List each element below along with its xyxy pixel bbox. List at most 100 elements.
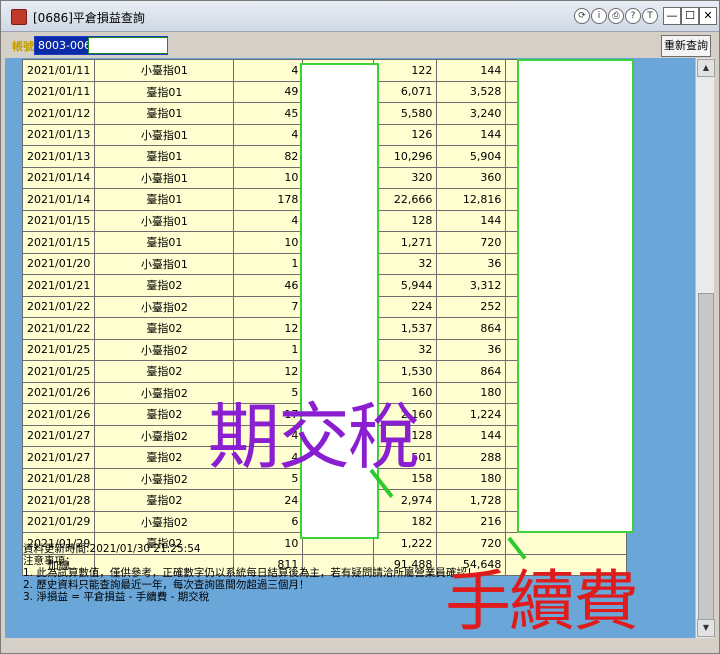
account-label: 帳號	[12, 40, 34, 53]
date-cell: 2021/01/22	[21, 317, 96, 340]
date-cell: 2021/01/14	[21, 166, 96, 189]
fee-cell: 720	[436, 231, 507, 254]
date-cell: 2021/01/15	[21, 209, 96, 232]
amount-cell: 1,537	[373, 317, 438, 340]
close-button[interactable]: ✕	[699, 7, 717, 25]
quantity-cell: 178	[233, 188, 304, 211]
maximize-button[interactable]: ☐	[681, 7, 699, 25]
amount-cell: 122	[373, 59, 438, 82]
product-cell: 小臺指01	[94, 123, 235, 146]
product-cell: 小臺指01	[94, 166, 235, 189]
fee-cell: 360	[436, 166, 507, 189]
fee-cell: 3,528	[436, 80, 507, 103]
scroll-up-icon[interactable]: ▲	[697, 59, 715, 77]
account-field[interactable]: 8003-0066	[34, 36, 168, 55]
product-cell: 臺指02	[94, 274, 235, 297]
vertical-scrollbar[interactable]: ▲ ▼	[695, 58, 715, 638]
amount-cell: 32	[373, 252, 438, 275]
amount-cell: 182	[373, 510, 438, 533]
product-cell: 小臺指02	[94, 338, 235, 361]
note-line-3: 3. 淨損益 = 平倉損益 - 手續費 - 期交稅	[23, 591, 210, 603]
fee-cell: 144	[436, 424, 507, 447]
notes-section: 資料更新時間:2021/01/30 21:25:54 注意事項： 1. 此為試算…	[23, 543, 477, 603]
fee-cell: 5,904	[436, 145, 507, 168]
quantity-cell: 10	[233, 231, 304, 254]
product-cell: 臺指01	[94, 102, 235, 125]
fee-cell: 36	[436, 338, 507, 361]
fee-cell: 1,224	[436, 403, 507, 426]
quantity-cell: 82	[233, 145, 304, 168]
refresh-query-button[interactable]: 重新查詢	[661, 35, 711, 57]
amount-cell: 320	[373, 166, 438, 189]
info-icon[interactable]: i	[591, 8, 607, 24]
date-cell: 2021/01/27	[21, 446, 96, 469]
redaction-box-net-column	[517, 59, 634, 533]
notes-heading: 注意事項：	[23, 555, 76, 567]
minimize-button[interactable]: —	[663, 7, 681, 25]
fee-cell: 864	[436, 317, 507, 340]
print-icon[interactable]: ⎙	[608, 8, 624, 24]
quantity-cell: 1	[233, 338, 304, 361]
fee-cell: 1,728	[436, 489, 507, 512]
fee-cell: 288	[436, 446, 507, 469]
quantity-cell: 12	[233, 317, 304, 340]
product-cell: 臺指01	[94, 188, 235, 211]
amount-cell: 1,271	[373, 231, 438, 254]
product-cell: 小臺指02	[94, 295, 235, 318]
amount-cell: 5,580	[373, 102, 438, 125]
quantity-cell: 1	[233, 252, 304, 275]
date-cell: 2021/01/28	[21, 489, 96, 512]
results-panel: 2021/01/11 小臺指01 4 122 144 2021/01/11 臺指01 49 6,…	[5, 58, 695, 638]
product-cell: 臺指01	[94, 80, 235, 103]
date-cell: 2021/01/20	[21, 252, 96, 275]
refresh-icon[interactable]: ⟳	[574, 8, 590, 24]
date-cell: 2021/01/13	[21, 145, 96, 168]
product-cell: 臺指02	[94, 489, 235, 512]
window-title: [0686]平倉損益查詢	[33, 11, 145, 25]
fee-cell: 3,240	[436, 102, 507, 125]
product-cell: 小臺指01	[94, 209, 235, 232]
note-line-2: 2. 歷史資料只能查詢最近一年，每次查詢區間勿超過三個月！	[23, 579, 310, 591]
font-icon[interactable]: T	[642, 8, 658, 24]
date-cell: 2021/01/27	[21, 424, 96, 447]
fee-cell: 252	[436, 295, 507, 318]
help-icon[interactable]: ?	[625, 8, 641, 24]
app-icon	[11, 9, 27, 25]
quantity-cell: 10	[233, 166, 304, 189]
amount-cell: 126	[373, 123, 438, 146]
amount-cell: 2,974	[373, 489, 438, 512]
quantity-cell: 49	[233, 80, 304, 103]
amount-cell: 32	[373, 338, 438, 361]
scroll-down-icon[interactable]: ▼	[697, 619, 715, 637]
date-cell: 2021/01/11	[21, 59, 96, 82]
date-cell: 2021/01/14	[21, 188, 96, 211]
annotation-fee: 手續費	[445, 563, 639, 638]
quantity-cell: 4	[233, 59, 304, 82]
date-cell: 2021/01/26	[21, 381, 96, 404]
scroll-thumb[interactable]	[698, 293, 714, 635]
date-cell: 2021/01/21	[21, 274, 96, 297]
date-cell: 2021/01/15	[21, 231, 96, 254]
date-cell: 2021/01/26	[21, 403, 96, 426]
product-cell: 小臺指01	[94, 252, 235, 275]
fee-cell: 180	[436, 381, 507, 404]
fee-cell: 144	[436, 209, 507, 232]
date-cell: 2021/01/13	[21, 123, 96, 146]
amount-cell: 6,071	[373, 80, 438, 103]
quantity-cell: 45	[233, 102, 304, 125]
fee-cell: 3,312	[436, 274, 507, 297]
quantity-cell: 6	[233, 510, 304, 533]
date-cell: 2021/01/22	[21, 295, 96, 318]
product-cell: 臺指02	[94, 317, 235, 340]
fee-cell: 144	[436, 123, 507, 146]
product-cell: 小臺指01	[94, 59, 235, 82]
amount-cell: 10,296	[373, 145, 438, 168]
amount-cell: 5,944	[373, 274, 438, 297]
profit-loss-window: [0686]平倉損益查詢 ⟳ i ⎙ ? T — ☐ ✕ 帳號 8003-006…	[0, 0, 720, 654]
product-cell: 臺指01	[94, 231, 235, 254]
fee-cell: 864	[436, 360, 507, 383]
quantity-cell: 24	[233, 489, 304, 512]
product-cell: 小臺指02	[94, 510, 235, 533]
date-cell: 2021/01/25	[21, 338, 96, 361]
amount-cell: 224	[373, 295, 438, 318]
